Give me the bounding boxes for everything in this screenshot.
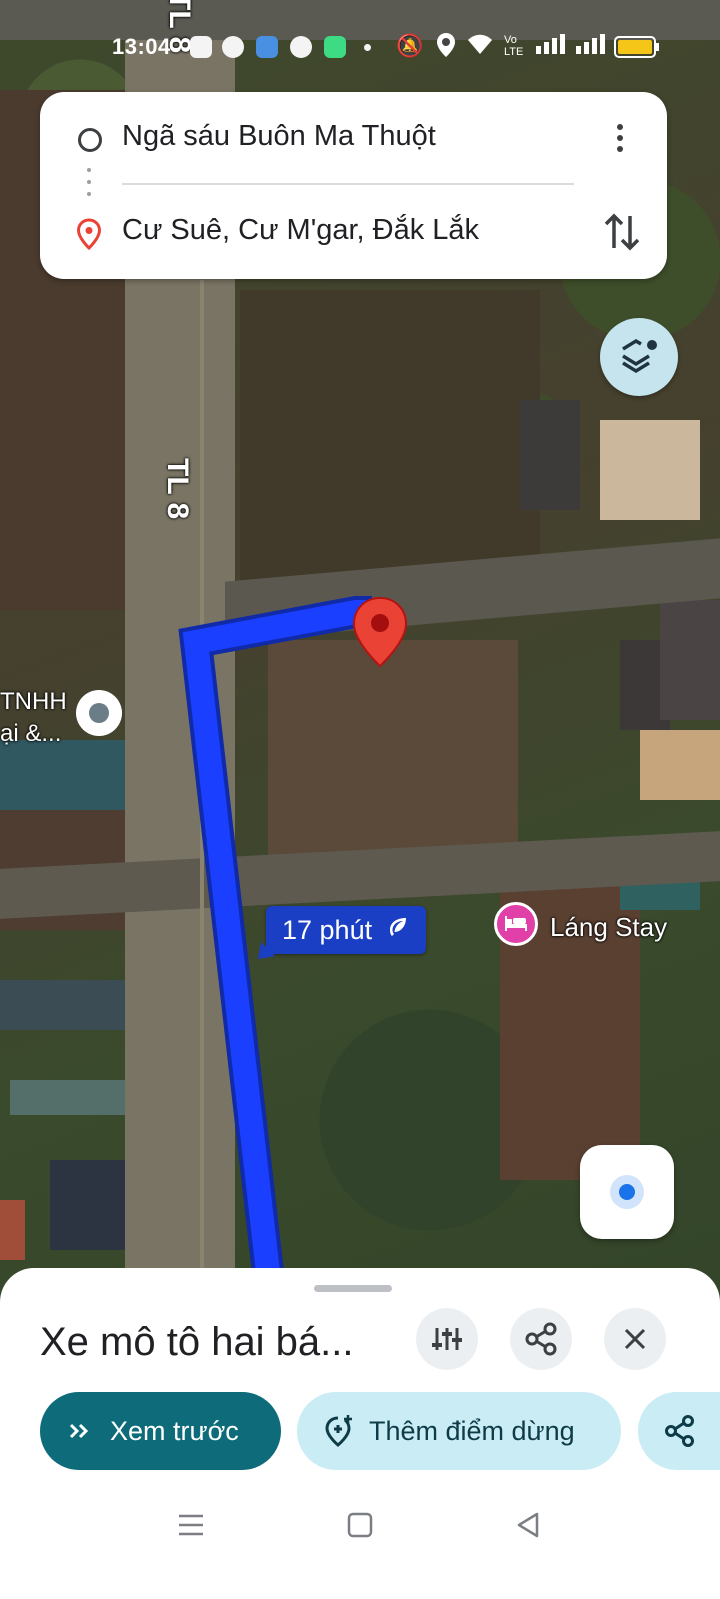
swap-icon[interactable] bbox=[600, 208, 644, 256]
route-dots-icon bbox=[87, 180, 91, 184]
route-dots-icon bbox=[87, 168, 91, 172]
more-options-button[interactable] bbox=[608, 116, 632, 160]
poi-company-label: TNHH ại &... bbox=[0, 686, 70, 750]
close-button[interactable] bbox=[604, 1308, 666, 1370]
poi-company-line1: TNHH bbox=[0, 688, 67, 715]
battery-icon bbox=[614, 36, 660, 65]
volte-icon: Vo LTE bbox=[504, 34, 524, 58]
route-options-button[interactable] bbox=[416, 1308, 478, 1370]
poi-hotel-label: Láng Stay bbox=[550, 912, 668, 942]
drag-handle[interactable] bbox=[314, 1285, 392, 1292]
close-icon bbox=[624, 1328, 646, 1350]
status-bar: 13:04 🔕 Vo LTE bbox=[0, 0, 720, 96]
origin-circle-icon bbox=[78, 128, 102, 152]
add-location-icon bbox=[325, 1415, 352, 1447]
route-dots-icon bbox=[87, 192, 91, 196]
route-duration-badge[interactable]: 17 phút bbox=[266, 906, 427, 954]
place-pin-icon[interactable] bbox=[76, 690, 122, 736]
share-icon bbox=[525, 1322, 557, 1356]
system-navigation-bar bbox=[0, 1490, 720, 1599]
mute-icon: 🔕 bbox=[396, 33, 424, 58]
my-location-button[interactable] bbox=[580, 1145, 674, 1239]
app-icon bbox=[324, 36, 346, 58]
app-icon bbox=[222, 36, 244, 58]
destination-input[interactable]: Cư Suê, Cư M'gar, Đắk Lắk bbox=[122, 214, 479, 247]
directions-card: Ngã sáu Buôn Ma Thuột Cư Suê, Cư M'gar, … bbox=[40, 92, 667, 279]
share-route-chip[interactable] bbox=[638, 1392, 720, 1470]
location-icon bbox=[436, 32, 456, 65]
home-icon[interactable] bbox=[346, 1511, 374, 1539]
preview-label: Xem trước bbox=[110, 1415, 239, 1446]
zalo-icon bbox=[190, 36, 212, 58]
poi-company-line2: ại &... bbox=[0, 720, 62, 747]
eco-leaf-icon bbox=[386, 906, 410, 954]
origin-input[interactable]: Ngã sáu Buôn Ma Thuột bbox=[122, 120, 436, 153]
share-button[interactable] bbox=[510, 1308, 572, 1370]
divider bbox=[122, 183, 574, 185]
preview-button[interactable]: Xem trước bbox=[40, 1392, 281, 1470]
hotel-bed-icon[interactable] bbox=[494, 902, 538, 946]
my-location-dot bbox=[619, 1184, 635, 1200]
destination-pin-outline-icon bbox=[76, 218, 102, 255]
add-stop-button[interactable]: Thêm điểm dừng bbox=[297, 1392, 621, 1470]
share-icon bbox=[665, 1415, 694, 1447]
tune-icon bbox=[432, 1328, 462, 1350]
menu-icon[interactable] bbox=[176, 1512, 206, 1538]
layers-icon bbox=[622, 338, 657, 374]
app-icon bbox=[256, 36, 278, 58]
signal-icon bbox=[574, 32, 606, 61]
destination-pin-icon[interactable] bbox=[352, 596, 408, 673]
back-icon[interactable] bbox=[514, 1511, 542, 1539]
status-time: 13:04 bbox=[112, 34, 171, 59]
add-stop-label: Thêm điểm dừng bbox=[369, 1415, 575, 1446]
double-chevron-right-icon bbox=[69, 1423, 89, 1439]
road-label: TL 8 bbox=[161, 458, 194, 520]
app-icon bbox=[290, 36, 312, 58]
layers-button[interactable] bbox=[600, 318, 678, 396]
dot-icon bbox=[364, 44, 371, 51]
travel-mode-title: Xe mô tô hai bá... bbox=[40, 1320, 354, 1364]
duration-text: 17 phút bbox=[282, 915, 373, 945]
wifi-icon bbox=[466, 32, 494, 63]
signal-icon bbox=[534, 32, 566, 61]
